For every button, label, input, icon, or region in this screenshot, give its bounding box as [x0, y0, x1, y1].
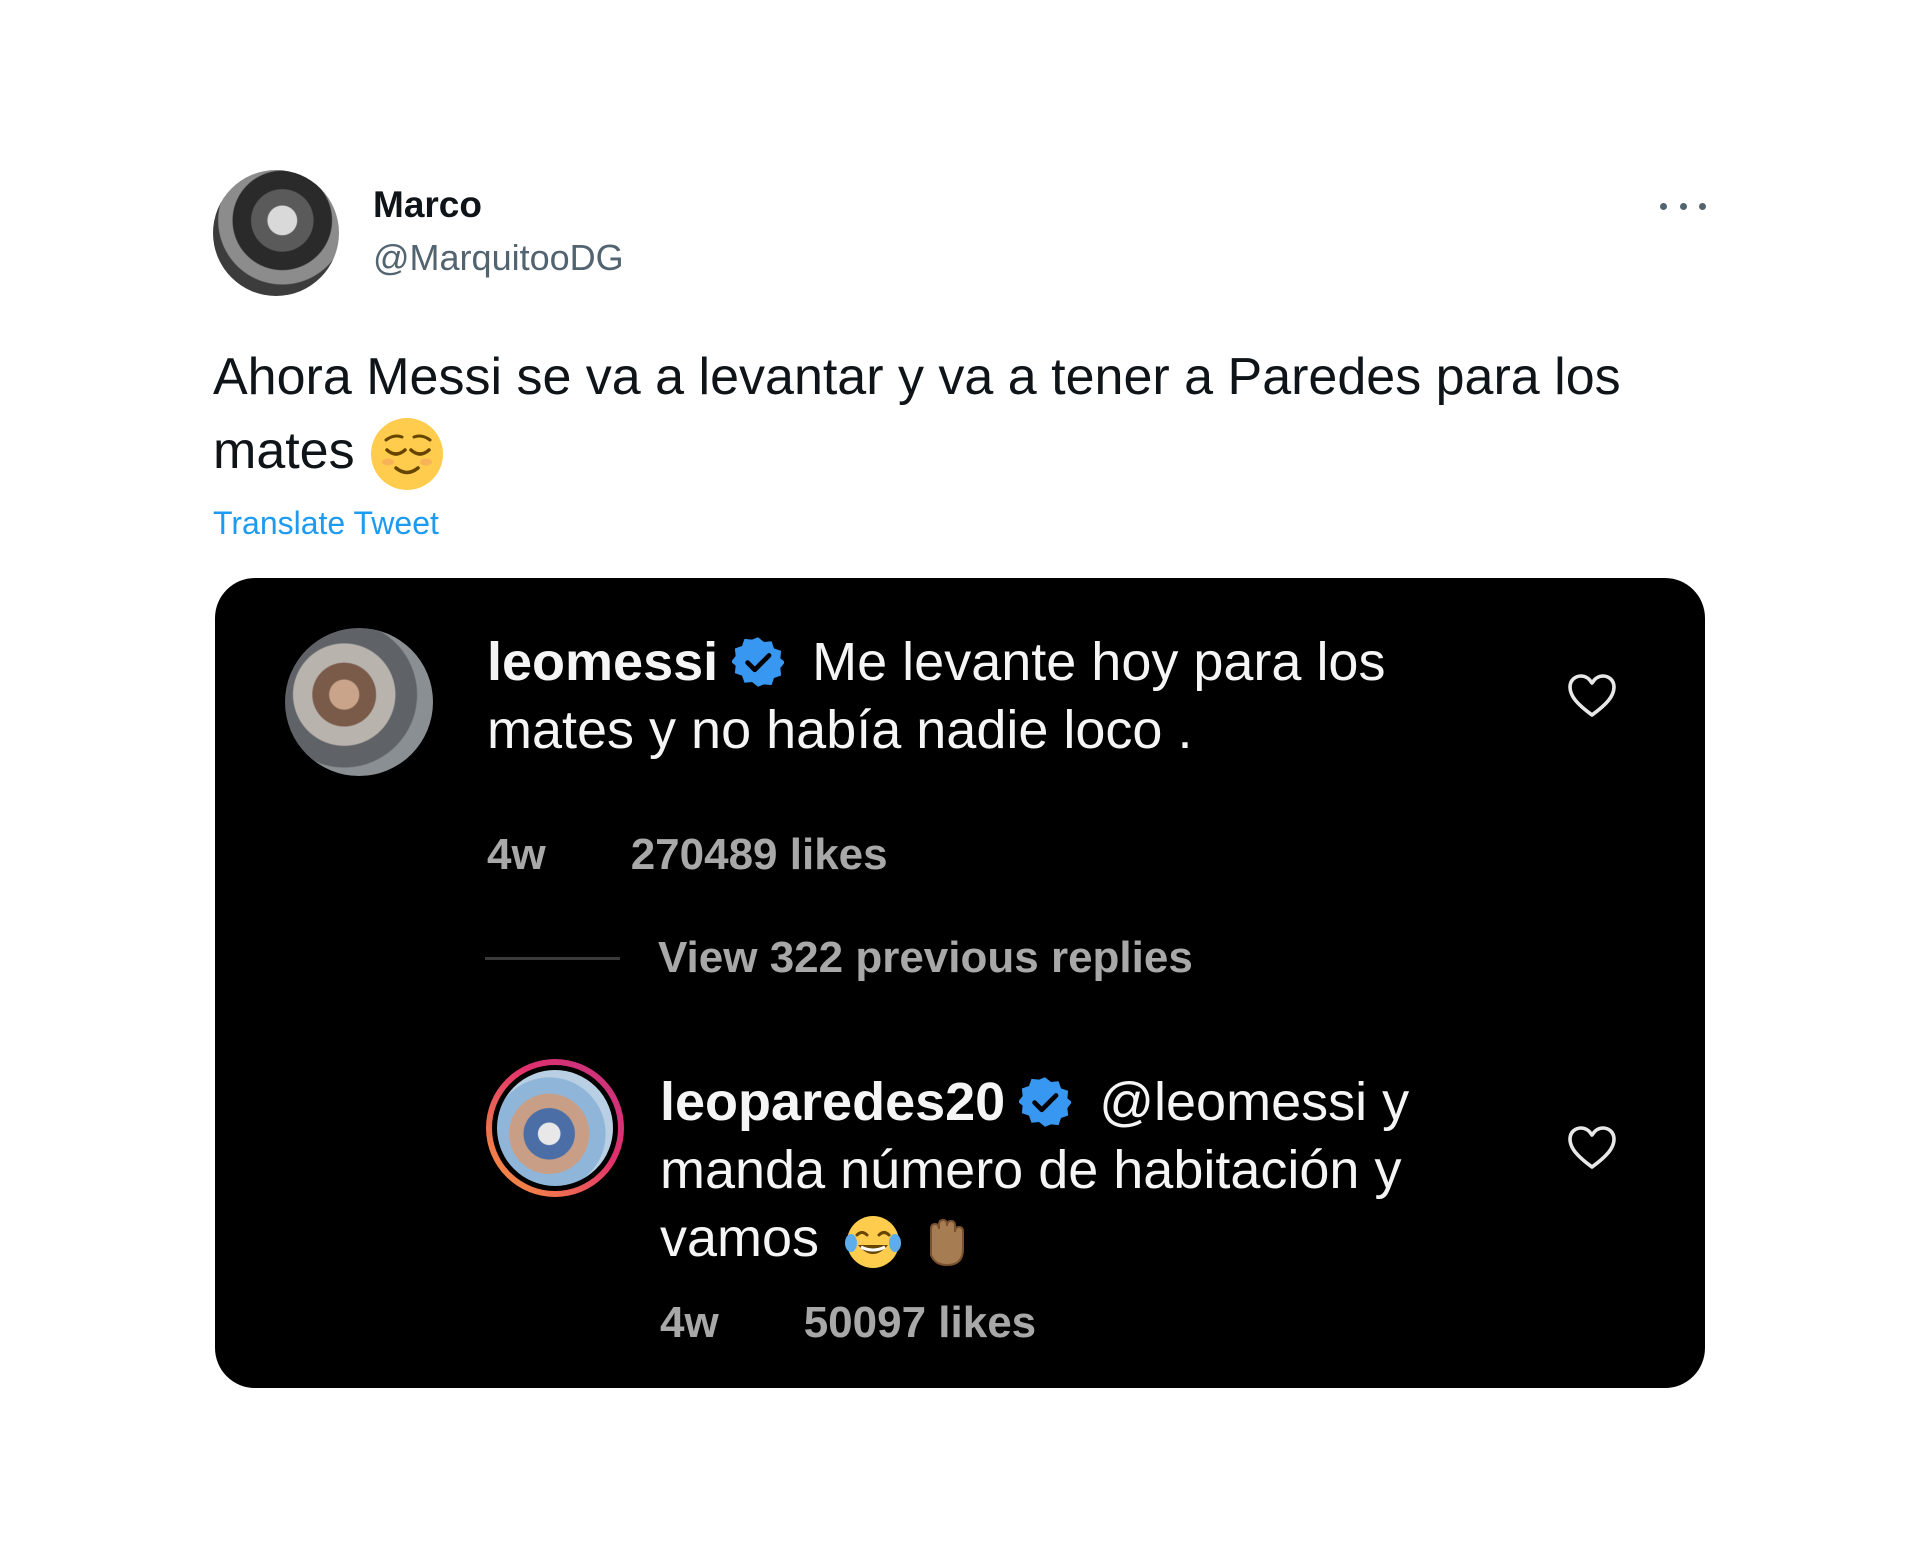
view-previous-replies-label: View 322 previous replies: [658, 933, 1193, 982]
tweet-author-avatar[interactable]: [213, 170, 339, 296]
comment-1-username[interactable]: leomessi: [487, 632, 718, 692]
waving-hand-emoji-icon: [930, 1218, 965, 1266]
view-previous-replies-button[interactable]: View 322 previous replies: [485, 933, 1193, 983]
tears-of-joy-emoji-icon: [845, 1215, 902, 1268]
tweet-author-handle[interactable]: @MarquitooDG: [373, 237, 624, 279]
more-options-icon[interactable]: [1660, 186, 1706, 226]
tweet-author-name[interactable]: Marco: [373, 184, 482, 226]
comment-1: leomessi Me levante hoy para los mates y …: [487, 628, 1527, 764]
relieved-face-emoji-icon: [371, 418, 444, 491]
leoparedes20-avatar[interactable]: [486, 1059, 624, 1197]
instagram-comments-image: leomessi Me levante hoy para los mates y …: [215, 578, 1705, 1388]
tweet-text: Ahora Messi se va a levantar y va a tene…: [213, 340, 1713, 492]
translate-tweet-link[interactable]: Translate Tweet: [213, 505, 439, 542]
verified-badge-icon: [732, 637, 785, 687]
comment-1-meta: 4w 270489 likes: [487, 830, 888, 880]
like-heart-icon[interactable]: [1567, 673, 1617, 719]
comment-1-likes[interactable]: 270489 likes: [631, 830, 888, 880]
comment-2-age: 4w: [660, 1298, 719, 1347]
comment-2-likes[interactable]: 50097 likes: [804, 1298, 1036, 1348]
tweet-screenshot: Marco @MarquitooDG Ahora Messi se va a l…: [0, 0, 1920, 1564]
comment-2-meta: 4w 50097 likes: [660, 1298, 1036, 1348]
verified-badge-icon: [1019, 1077, 1072, 1127]
comment-2: leoparedes20 @leomessi y manda número de …: [660, 1068, 1520, 1272]
leoparedes20-avatar-photo: [492, 1065, 618, 1191]
replies-divider: [485, 956, 620, 960]
like-heart-icon[interactable]: [1567, 1125, 1617, 1171]
leomessi-avatar[interactable]: [285, 628, 433, 776]
comment-1-age: 4w: [487, 830, 546, 879]
comment-2-username[interactable]: leoparedes20: [660, 1072, 1005, 1132]
